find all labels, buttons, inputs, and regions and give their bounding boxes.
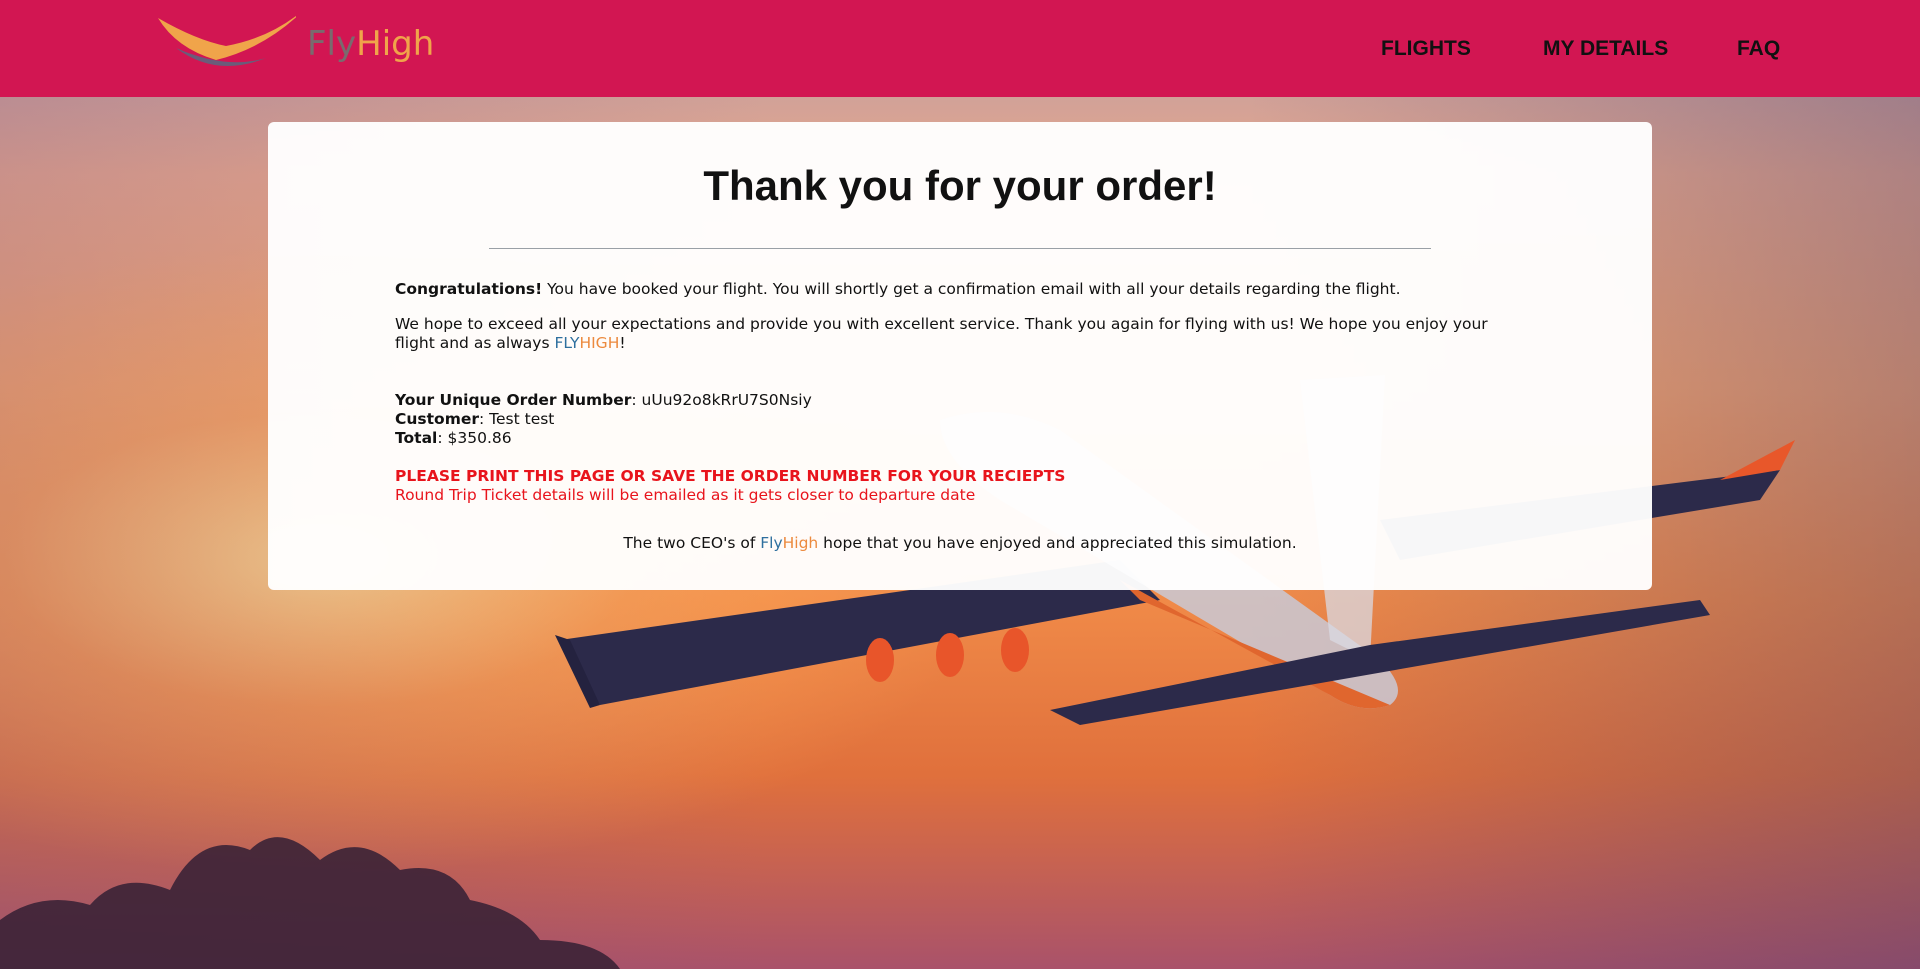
footer-brand-fly: Fly [760,534,783,552]
cloud-silhouette [0,837,620,969]
logo-fly-text: Fly [307,24,357,64]
round-trip-notice: Round Trip Ticket details will be emaile… [395,486,976,504]
order-confirmation-card: Thank you for your order! Congratulation… [268,122,1652,590]
congratulations-paragraph: Congratulations! You have booked your fl… [395,280,1401,299]
nav-my-details[interactable]: MY DETAILS [1543,37,1668,61]
nav-flights[interactable]: FLIGHTS [1381,37,1471,61]
total-label: Total [395,429,438,447]
order-details: Your Unique Order Number: uUu92o8kRrU7S0… [395,391,812,448]
total-value: : $350.86 [437,429,512,447]
exclamation: ! [619,334,626,352]
customer-value: : Test test [479,410,555,428]
congratulations-label: Congratulations! [395,280,543,298]
footer-brand-high: High [782,534,819,552]
brand-high-text: HIGH [579,334,620,352]
plane-engine [866,638,894,682]
print-notice-heading: PLEASE PRINT THIS PAGE OR SAVE THE ORDER… [395,467,1066,485]
customer-label: Customer [395,410,480,428]
footer-prefix: The two CEO's of [623,534,761,552]
order-number-label: Your Unique Order Number [395,391,632,409]
order-number-value: : uUu92o8kRrU7S0Nsiy [631,391,812,409]
plane-engine [936,633,964,677]
logo-wordmark[interactable]: FlyHigh [307,24,434,64]
brand-fly-text: FLY [554,334,580,352]
footer-suffix: hope that you have enjoyed and appreciat… [818,534,1297,552]
ceo-footer-note: The two CEO's of FlyHigh hope that you h… [268,534,1652,552]
logo-high-text: High [356,24,435,64]
bird-wing-icon [158,8,306,66]
title-divider [489,248,1431,249]
page-title: Thank you for your order! [703,162,1217,209]
congratulations-text: You have booked your flight. You will sh… [542,280,1401,298]
print-notice: PLEASE PRINT THIS PAGE OR SAVE THE ORDER… [395,467,1065,505]
plane-engine [1001,628,1029,672]
nav-faq[interactable]: FAQ [1737,37,1780,61]
site-header: FlyHigh FLIGHTS MY DETAILS FAQ [0,0,1920,97]
expectations-paragraph: We hope to exceed all your expectations … [395,315,1495,353]
